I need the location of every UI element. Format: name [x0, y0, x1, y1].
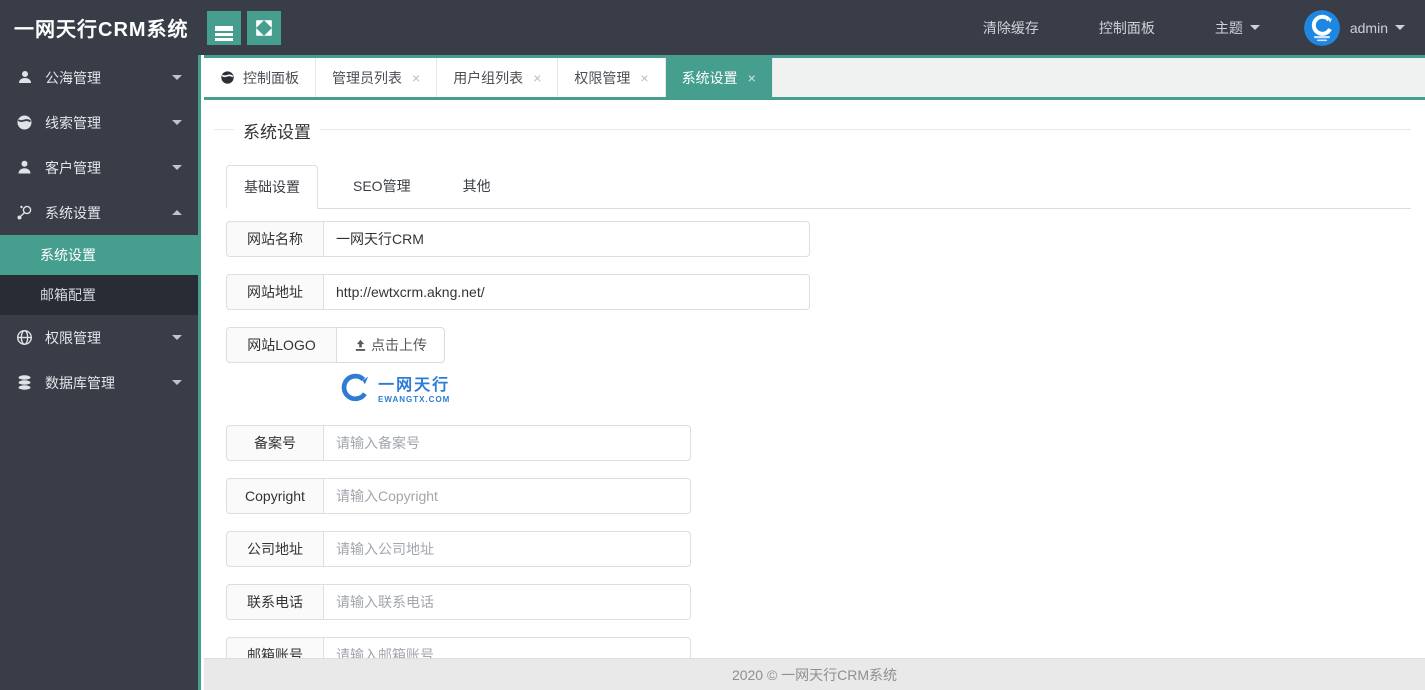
close-icon[interactable]: ×: [412, 70, 420, 86]
chevron-down-icon: [172, 380, 182, 385]
app-title: 一网天行CRM系统: [14, 19, 189, 41]
divider: [214, 129, 1411, 130]
site-url-input[interactable]: [323, 274, 810, 310]
tab-other[interactable]: 其他: [446, 165, 508, 209]
site-logo-row: 网站LOGO 点击上传: [226, 327, 1411, 363]
user-dropdown[interactable]: admin: [1340, 0, 1425, 55]
clear-cache-link[interactable]: 清除缓存: [953, 0, 1069, 55]
user-tie-icon: [16, 69, 33, 86]
tab-seo[interactable]: SEO管理: [336, 165, 428, 209]
copyright-row: Copyright: [226, 478, 691, 514]
theme-dropdown[interactable]: 主题: [1185, 0, 1290, 55]
site-logo-name: 一网天行: [378, 377, 451, 394]
upload-icon: [355, 339, 366, 351]
site-logo-label: 网站LOGO: [226, 327, 337, 363]
sidebar-item-customers[interactable]: 客户管理: [0, 145, 198, 190]
phone-label: 联系电话: [226, 584, 323, 620]
sidebar: 公海管理 线索管理 客户管理 系统设置 系统设置 邮箱配置 权限管理 数据库管理: [0, 55, 201, 690]
sidebar-item-system-settings[interactable]: 系统设置: [0, 190, 198, 235]
phone-row: 联系电话: [226, 584, 691, 620]
company-address-label: 公司地址: [226, 531, 323, 567]
chevron-down-icon: [172, 120, 182, 125]
icp-label: 备案号: [226, 425, 323, 461]
page-content: 系统设置 基础设置 SEO管理 其他 网站名称 网站地址 网站LOGO: [204, 100, 1425, 658]
sidebar-toggle-button[interactable]: [206, 10, 241, 45]
site-name-label: 网站名称: [226, 221, 323, 257]
fullscreen-button[interactable]: [246, 10, 281, 45]
upload-button[interactable]: 点击上传: [337, 327, 445, 363]
chevron-down-icon: [172, 165, 182, 170]
close-icon[interactable]: ×: [748, 70, 756, 86]
settings-tabs: 基础设置 SEO管理 其他: [226, 164, 1411, 209]
database-icon: [16, 374, 33, 391]
close-icon[interactable]: ×: [533, 70, 541, 86]
site-name-row: 网站名称: [226, 221, 810, 257]
email-row: 邮箱账号: [226, 637, 691, 658]
phone-input[interactable]: [323, 584, 691, 620]
sidebar-item-leads[interactable]: 线索管理: [0, 100, 198, 145]
site-url-row: 网站地址: [226, 274, 810, 310]
window-tab-permissions[interactable]: 权限管理 ×: [558, 58, 666, 97]
site-logo-icon: [341, 373, 369, 401]
fullscreen-icon: [255, 19, 272, 36]
tab-basic-settings[interactable]: 基础设置: [226, 165, 318, 209]
user-avatar[interactable]: [1303, 9, 1340, 46]
footer-copyright: 2020 © 一网天行CRM系统: [731, 666, 898, 683]
email-input[interactable]: [323, 637, 691, 658]
window-tab-system-settings[interactable]: 系统设置 ×: [665, 58, 773, 97]
copyright-input[interactable]: [323, 478, 691, 514]
window-tab-strip: 控制面板 管理员列表 × 用户组列表 × 权限管理 × 系统设置 ×: [204, 55, 1425, 100]
globe-icon: [220, 70, 235, 85]
molecule-icon: [16, 204, 33, 221]
chevron-down-icon: [172, 75, 182, 80]
email-label: 邮箱账号: [226, 637, 323, 658]
window-tab-admin-list[interactable]: 管理员列表 ×: [316, 58, 438, 97]
sidebar-subitem-mail-config[interactable]: 邮箱配置: [0, 275, 198, 315]
copyright-label: Copyright: [226, 478, 323, 514]
sphere-grid-icon: [16, 329, 33, 346]
icp-row: 备案号: [226, 425, 691, 461]
site-logo-preview: 一网天行 EWANGTX.COM: [337, 369, 1411, 406]
chevron-up-icon: [172, 210, 182, 215]
globe-icon: [16, 114, 33, 131]
top-bar: 一网天行CRM系统 清除缓存 控制面板 主题 admin: [0, 0, 1425, 55]
hamburger-icon: [214, 26, 233, 41]
site-name-input[interactable]: [323, 221, 810, 257]
footer: 2020 © 一网天行CRM系统: [204, 658, 1425, 690]
company-address-row: 公司地址: [226, 531, 691, 567]
site-url-label: 网站地址: [226, 274, 323, 310]
avatar-logo-icon: [1303, 9, 1340, 46]
page-title: 系统设置: [234, 118, 320, 143]
sidebar-subitem-system-settings[interactable]: 系统设置: [0, 235, 198, 275]
window-tab-dashboard[interactable]: 控制面板: [204, 58, 316, 97]
icp-input[interactable]: [323, 425, 691, 461]
company-address-input[interactable]: [323, 531, 691, 567]
sidebar-item-database[interactable]: 数据库管理: [0, 360, 198, 405]
window-tab-usergroup-list[interactable]: 用户组列表 ×: [437, 58, 559, 97]
sidebar-item-permissions[interactable]: 权限管理: [0, 315, 198, 360]
chevron-down-icon: [1395, 25, 1405, 30]
site-logo-domain: EWANGTX.COM: [378, 395, 451, 404]
dashboard-link[interactable]: 控制面板: [1069, 0, 1185, 55]
chevron-down-icon: [172, 335, 182, 340]
topbar-menu: 清除缓存 控制面板 主题 admin: [953, 0, 1425, 55]
main-area: 控制面板 管理员列表 × 用户组列表 × 权限管理 × 系统设置 × 系统设置 …: [204, 55, 1425, 690]
sidebar-item-public-sea[interactable]: 公海管理: [0, 55, 198, 100]
close-icon[interactable]: ×: [640, 70, 648, 86]
chevron-down-icon: [1249, 25, 1260, 30]
page-header: 系统设置: [214, 118, 1411, 143]
user-icon: [16, 159, 33, 176]
settings-form: 网站名称 网站地址 网站LOGO 点击上传: [226, 221, 1411, 658]
username: admin: [1349, 19, 1388, 36]
